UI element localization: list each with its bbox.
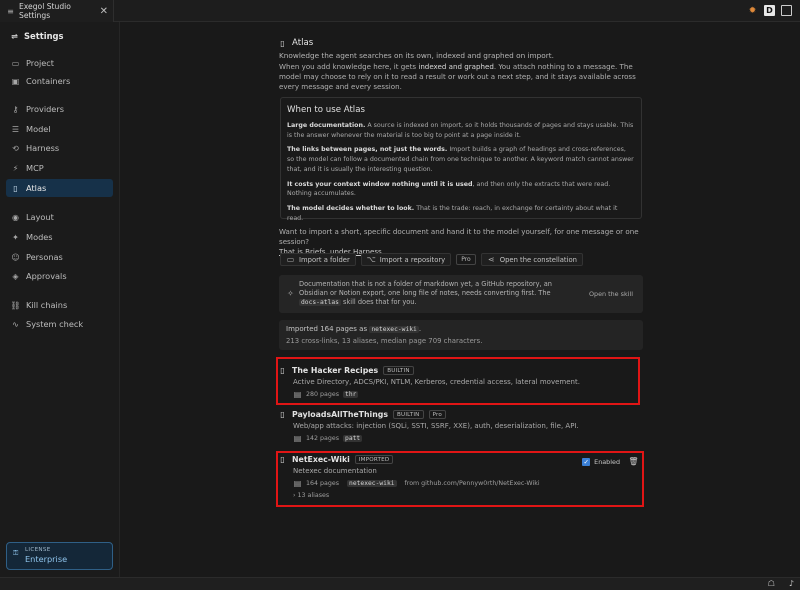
sidebar-item-project[interactable]: ▭ Project xyxy=(6,54,113,72)
settings-tab[interactable]: ≡ Exegol Studio Settings ✕ xyxy=(0,0,114,22)
open-constellation-button[interactable]: ⋖ Open the constellation xyxy=(480,253,583,266)
when-point: Large documentation. A source is indexed… xyxy=(287,122,634,139)
settings-sliders-icon: ⇌ xyxy=(11,31,18,41)
when-title: When to use Atlas xyxy=(287,105,365,115)
import-folder-button[interactable]: ▭ Import a folder xyxy=(280,253,356,266)
sidebar-item-atlas[interactable]: ▯ Atlas xyxy=(6,179,113,197)
when-point: The model decides whether to look. That … xyxy=(287,204,618,222)
sidebar-item-mcp[interactable]: ⚡ MCP xyxy=(6,159,113,177)
folder-icon: ▭ xyxy=(286,255,295,264)
activity-icon: ∿ xyxy=(12,319,19,329)
chain-icon: ⛓ xyxy=(10,300,21,310)
sidebar-item-providers[interactable]: ⚷ Providers xyxy=(6,100,113,118)
highlight-box xyxy=(276,357,640,405)
atlas-entry-payloads[interactable]: ▯ PayloadsAllTheThings BUILTIN Pro Web/a… xyxy=(278,410,644,443)
import-summary: Imported 164 pages as netexec-wiki. 213 … xyxy=(279,320,643,350)
entry-description: Web/app attacks: injection (SQLi, SSTI, … xyxy=(293,422,579,430)
shield-icon: ◈ xyxy=(12,271,19,281)
sidebar-item-system-check[interactable]: ∿ System check xyxy=(6,315,113,333)
close-tab-icon[interactable]: ✕ xyxy=(100,6,108,17)
sidebar-item-containers[interactable]: ▣ Containers xyxy=(6,72,113,90)
status-icons: ☖ ♪ xyxy=(768,579,794,588)
titlebar-icons: ✹ D xyxy=(747,5,792,16)
status-bar: ☖ ♪ xyxy=(0,577,800,590)
atlas-subtitle: Knowledge the agent searches on its own,… xyxy=(279,51,554,60)
repo-icon: ⌥ xyxy=(366,255,376,264)
atlas-description: When you add knowledge here, it gets ind… xyxy=(279,62,636,91)
settings-sidebar: ⇌ Settings ▭ Project ▣ Containers ⚷ Prov… xyxy=(0,22,120,577)
book-icon: ▯ xyxy=(13,183,18,193)
builtin-badge: BUILTIN xyxy=(392,410,424,419)
wand-icon: ✧ xyxy=(287,289,294,298)
sidebar-item-modes[interactable]: ✦ Modes xyxy=(6,228,113,246)
d-logo-icon[interactable]: D xyxy=(764,5,775,16)
conversion-notice: ✧ Documentation that is not a folder of … xyxy=(279,275,643,313)
sidebar-item-harness[interactable]: ⟲ Harness xyxy=(6,139,113,157)
sidebar-item-kill-chains[interactable]: ⛓ Kill chains xyxy=(6,296,113,314)
robot-icon[interactable]: ☖ xyxy=(768,579,775,588)
sidebar-item-personas[interactable]: ☺ Personas xyxy=(6,248,113,266)
page-icon: ▤ xyxy=(293,434,302,443)
sliders-icon: ☰ xyxy=(11,124,20,134)
harness-icon: ⟲ xyxy=(12,143,19,153)
entry-meta: ▤ 142 pages patt xyxy=(293,434,363,443)
sidebar-item-layout[interactable]: ◉ Layout xyxy=(6,208,113,226)
license-value: Enterprise xyxy=(25,554,68,564)
when-point: The links between pages, not just the wo… xyxy=(287,146,634,173)
import-summary-line: Imported 164 pages as netexec-wiki. xyxy=(286,325,422,333)
list-icon: ≡ xyxy=(7,6,14,16)
notice-text: Documentation that is not a folder of ma… xyxy=(299,280,552,306)
book-icon: ▯ xyxy=(280,410,285,419)
title-bar: ≡ Exegol Studio Settings ✕ ✹ D xyxy=(0,0,800,22)
license-card[interactable]: ⚿ LICENSE Enterprise xyxy=(6,542,113,570)
person-icon: ☺ xyxy=(11,252,20,262)
open-skill-link[interactable]: Open the skill xyxy=(589,290,633,298)
when-to-use-card: When to use Atlas Large documentation. A… xyxy=(280,97,642,222)
license-label: LICENSE xyxy=(25,547,51,553)
eye-icon: ◉ xyxy=(12,212,19,222)
panel-icon[interactable] xyxy=(781,5,792,16)
license-key-icon: ⚿ xyxy=(13,549,19,557)
sidebar-item-model[interactable]: ☰ Model xyxy=(6,120,113,138)
folder-icon: ▭ xyxy=(11,58,20,68)
container-icon: ▣ xyxy=(11,76,20,86)
atlas-title: Atlas xyxy=(292,38,314,48)
share-icon: ⋖ xyxy=(487,255,495,264)
highlight-box xyxy=(276,451,644,507)
bug-icon[interactable]: ✹ xyxy=(747,5,758,16)
import-repository-button[interactable]: ⌥ Import a repository xyxy=(360,253,452,266)
pro-badge: Pro xyxy=(456,254,476,265)
sidebar-title: ⇌ Settings xyxy=(11,31,64,41)
key-icon: ⚷ xyxy=(12,104,19,114)
pro-badge: Pro xyxy=(428,410,447,419)
tab-title: Exegol Studio Settings xyxy=(19,2,71,20)
book-icon: ▯ xyxy=(280,38,285,48)
atlas-header: ▯ Atlas xyxy=(278,38,313,48)
sidebar-item-approvals[interactable]: ◈ Approvals xyxy=(6,267,113,285)
when-point: It costs your context window nothing unt… xyxy=(287,180,611,198)
sparkle-icon: ✦ xyxy=(12,232,19,242)
plug-icon: ⚡ xyxy=(12,163,19,173)
bell-icon[interactable]: ♪ xyxy=(789,579,794,588)
import-actions: ▭ Import a folder ⌥ Import a repository … xyxy=(280,253,583,266)
import-stats: 213 cross-links, 13 aliases, median page… xyxy=(286,337,483,345)
